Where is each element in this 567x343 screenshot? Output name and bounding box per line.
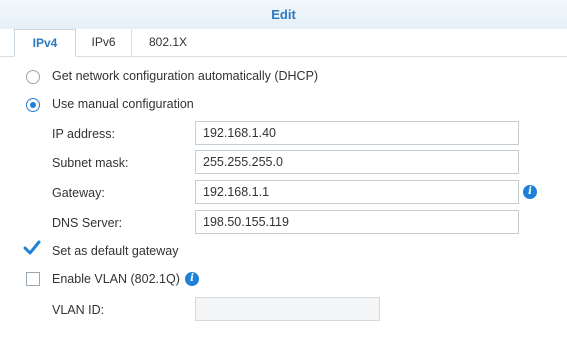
manual-config-label: Use manual configuration: [52, 97, 194, 111]
gateway-label: Gateway:: [52, 186, 105, 200]
default-gateway-label: Set as default gateway: [52, 244, 179, 258]
ip-address-label: IP address:: [52, 127, 116, 141]
ip-address-input[interactable]: [195, 121, 519, 145]
default-gateway-checkbox[interactable]: [23, 240, 41, 256]
enable-vlan-label: Enable VLAN (802.1Q): [52, 272, 180, 286]
enable-vlan-checkbox[interactable]: [26, 272, 40, 286]
vlan-info-icon[interactable]: i: [185, 272, 199, 286]
vlan-id-label: VLAN ID:: [52, 303, 105, 317]
subnet-mask-input[interactable]: [195, 150, 519, 174]
dns-server-label: DNS Server:: [52, 216, 123, 230]
manual-config-radio[interactable]: [26, 98, 40, 112]
checkmark-icon: [23, 240, 41, 255]
tab-divider: [0, 56, 567, 57]
dhcp-label: Get network configuration automatically …: [52, 69, 319, 83]
tab-8021x[interactable]: 802.1X: [132, 29, 204, 56]
dialog-title: Edit: [271, 7, 296, 22]
gateway-info-icon[interactable]: i: [523, 185, 537, 199]
dialog-title-bar: Edit: [0, 0, 567, 29]
tab-ipv6[interactable]: IPv6: [76, 29, 132, 56]
tab-ipv4[interactable]: IPv4: [14, 29, 76, 57]
vlan-id-input[interactable]: [195, 297, 380, 321]
subnet-mask-label: Subnet mask:: [52, 156, 129, 170]
gateway-input[interactable]: [195, 180, 519, 204]
dhcp-radio[interactable]: [26, 70, 40, 84]
dns-server-input[interactable]: [195, 210, 519, 234]
